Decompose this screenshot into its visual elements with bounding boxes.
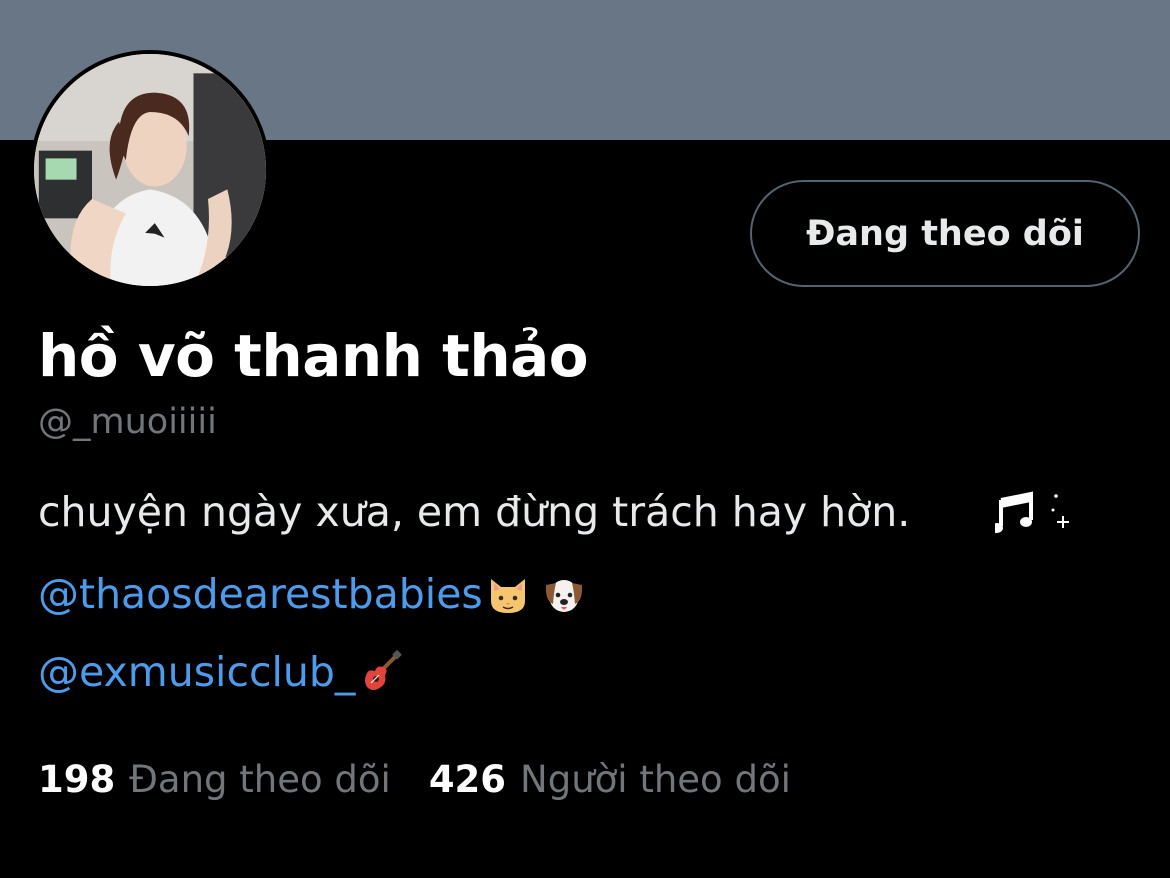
cat-face-icon xyxy=(485,571,531,617)
profile-avatar[interactable] xyxy=(30,50,270,290)
following-button[interactable]: Đang theo dõi xyxy=(750,180,1140,287)
following-label[interactable]: Đang theo dõi xyxy=(129,758,391,801)
profile-bio: chuyện ngày xưa, em đừng trách hay hờn. xyxy=(38,488,911,536)
follow-stats: 198 Đang theo dõi 426 Người theo dõi xyxy=(38,758,829,801)
username-handle: @_muoiiiii xyxy=(38,402,217,442)
bio-mention-line-2: @exmusicclub_ xyxy=(38,648,403,696)
mention-link-exmusicclub[interactable]: @exmusicclub_ xyxy=(38,648,355,696)
followers-label[interactable]: Người theo dõi xyxy=(520,758,791,801)
music-note-sparkle-icon xyxy=(991,486,1075,536)
profile-page: Đang theo dõi hồ võ thanh thảo @_muoiiii… xyxy=(0,0,1170,878)
bio-mention-line-1: @thaosdearestbabies xyxy=(38,570,587,618)
dog-face-icon xyxy=(541,571,587,617)
guitar-icon xyxy=(357,649,403,695)
following-count[interactable]: 198 xyxy=(38,758,115,801)
followers-count[interactable]: 426 xyxy=(429,758,506,801)
mention-link-thaosdearestbabies[interactable]: @thaosdearestbabies xyxy=(38,570,483,618)
display-name: hồ võ thanh thảo xyxy=(38,322,589,390)
avatar-photo xyxy=(34,54,266,286)
